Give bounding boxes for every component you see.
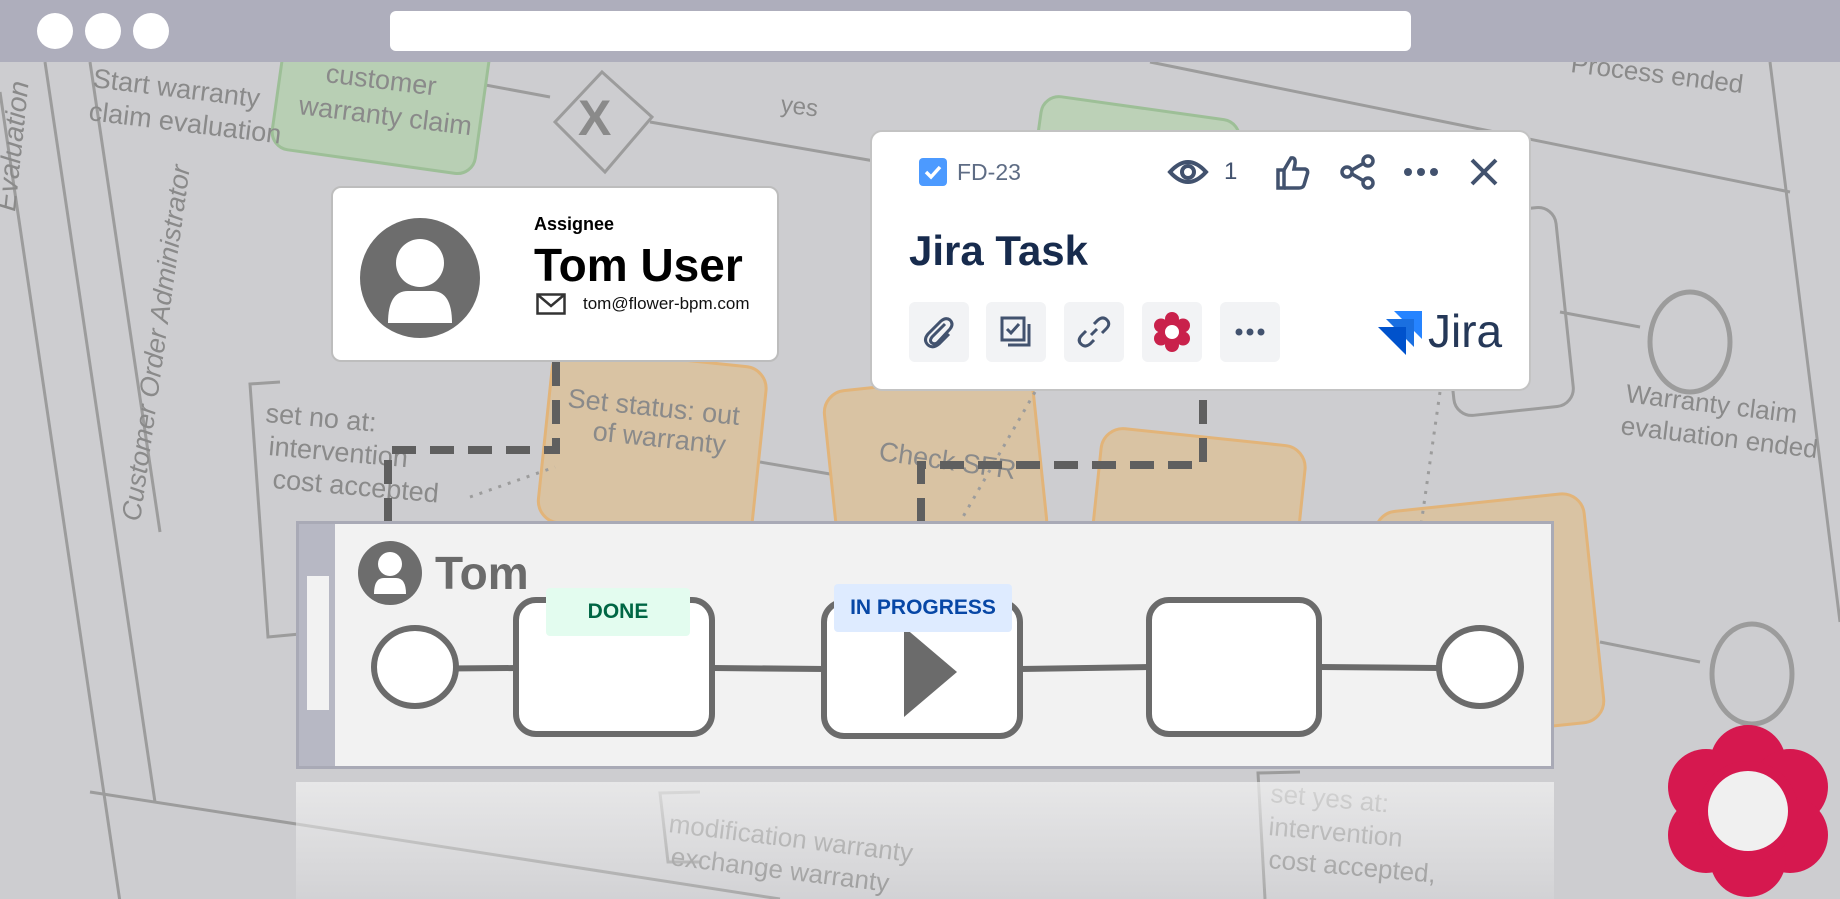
flower-app-button[interactable] xyxy=(1142,302,1202,362)
more-icon xyxy=(1235,328,1265,336)
more-actions-button[interactable] xyxy=(1220,302,1280,362)
issue-title: Jira Task xyxy=(909,227,1089,274)
user-icon xyxy=(360,218,480,338)
flower-logo-icon xyxy=(1668,725,1828,897)
link-icon xyxy=(1077,316,1111,348)
assignee-card: Assignee Tom User tom@flower-bpm.com xyxy=(331,186,779,362)
paperclip-icon xyxy=(924,317,954,349)
close-icon[interactable] xyxy=(1464,152,1504,192)
attach-button[interactable] xyxy=(909,302,969,362)
more-icon[interactable] xyxy=(1400,152,1442,192)
link-button[interactable] xyxy=(1064,302,1124,362)
task-checkbox-icon xyxy=(919,158,947,186)
checklist-icon xyxy=(1000,316,1031,347)
start-event[interactable] xyxy=(371,625,459,709)
flower-icon xyxy=(1154,312,1190,352)
assignee-label: Assignee xyxy=(534,214,615,234)
assignee-name: Tom User xyxy=(534,239,743,291)
watcher-count: 1 xyxy=(1224,158,1238,185)
jira-logo-icon xyxy=(1378,311,1422,355)
process-flow xyxy=(371,597,1524,739)
screen: X Evaluation Customer Order Administrato… xyxy=(0,0,1840,899)
end-event[interactable] xyxy=(1436,625,1524,709)
status-badge-done: DONE xyxy=(546,588,690,636)
assignee-email[interactable]: tom@flower-bpm.com xyxy=(583,294,750,314)
lane-reflection xyxy=(296,782,1554,899)
thumbs-up-icon[interactable] xyxy=(1272,152,1312,192)
envelope-icon xyxy=(536,293,566,315)
task-pending[interactable] xyxy=(1146,597,1322,737)
share-icon[interactable] xyxy=(1338,152,1378,192)
jira-brand-text: Jira xyxy=(1428,305,1503,357)
jira-issue-card: FD-23 1 Jira Task Jira xyxy=(870,130,1531,391)
subtask-button[interactable] xyxy=(986,302,1046,362)
eye-icon[interactable] xyxy=(1167,154,1209,190)
process-swimlane: Tom DONE IN PROGRESS xyxy=(296,521,1554,769)
issue-key[interactable]: FD-23 xyxy=(957,159,1021,186)
status-badge-in-progress: IN PROGRESS xyxy=(834,584,1012,632)
